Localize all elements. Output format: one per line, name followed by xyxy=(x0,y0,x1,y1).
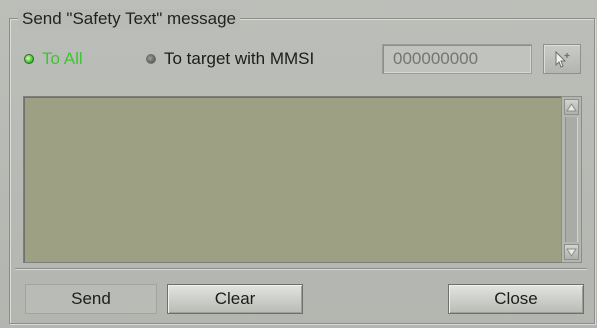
close-button[interactable]: Close xyxy=(448,284,584,314)
scroll-up-button[interactable] xyxy=(564,99,579,115)
send-safety-text-panel: Send "Safety Text" message To All To tar… xyxy=(0,0,597,328)
divider xyxy=(15,268,587,270)
message-text-area[interactable] xyxy=(23,96,563,263)
group-title: Send "Safety Text" message xyxy=(18,9,240,29)
radio-to-all[interactable]: To All xyxy=(24,48,83,70)
cursor-pick-icon xyxy=(555,50,570,68)
scrollbar-track[interactable] xyxy=(565,117,578,242)
arrow-up-icon xyxy=(566,102,577,111)
mmsi-input[interactable] xyxy=(382,44,532,74)
clear-button[interactable]: Clear xyxy=(167,284,303,314)
send-button[interactable]: Send xyxy=(25,284,157,314)
radio-to-all-label: To All xyxy=(42,49,83,68)
message-scrollbar[interactable] xyxy=(561,96,582,263)
pick-target-button[interactable] xyxy=(543,44,581,74)
radio-selected-icon xyxy=(24,54,34,64)
scroll-down-button[interactable] xyxy=(564,244,579,260)
radio-unselected-icon xyxy=(146,54,156,64)
arrow-down-icon xyxy=(566,248,577,257)
radio-to-target-label: To target with MMSI xyxy=(164,49,315,68)
radio-to-target[interactable]: To target with MMSI xyxy=(146,48,314,70)
